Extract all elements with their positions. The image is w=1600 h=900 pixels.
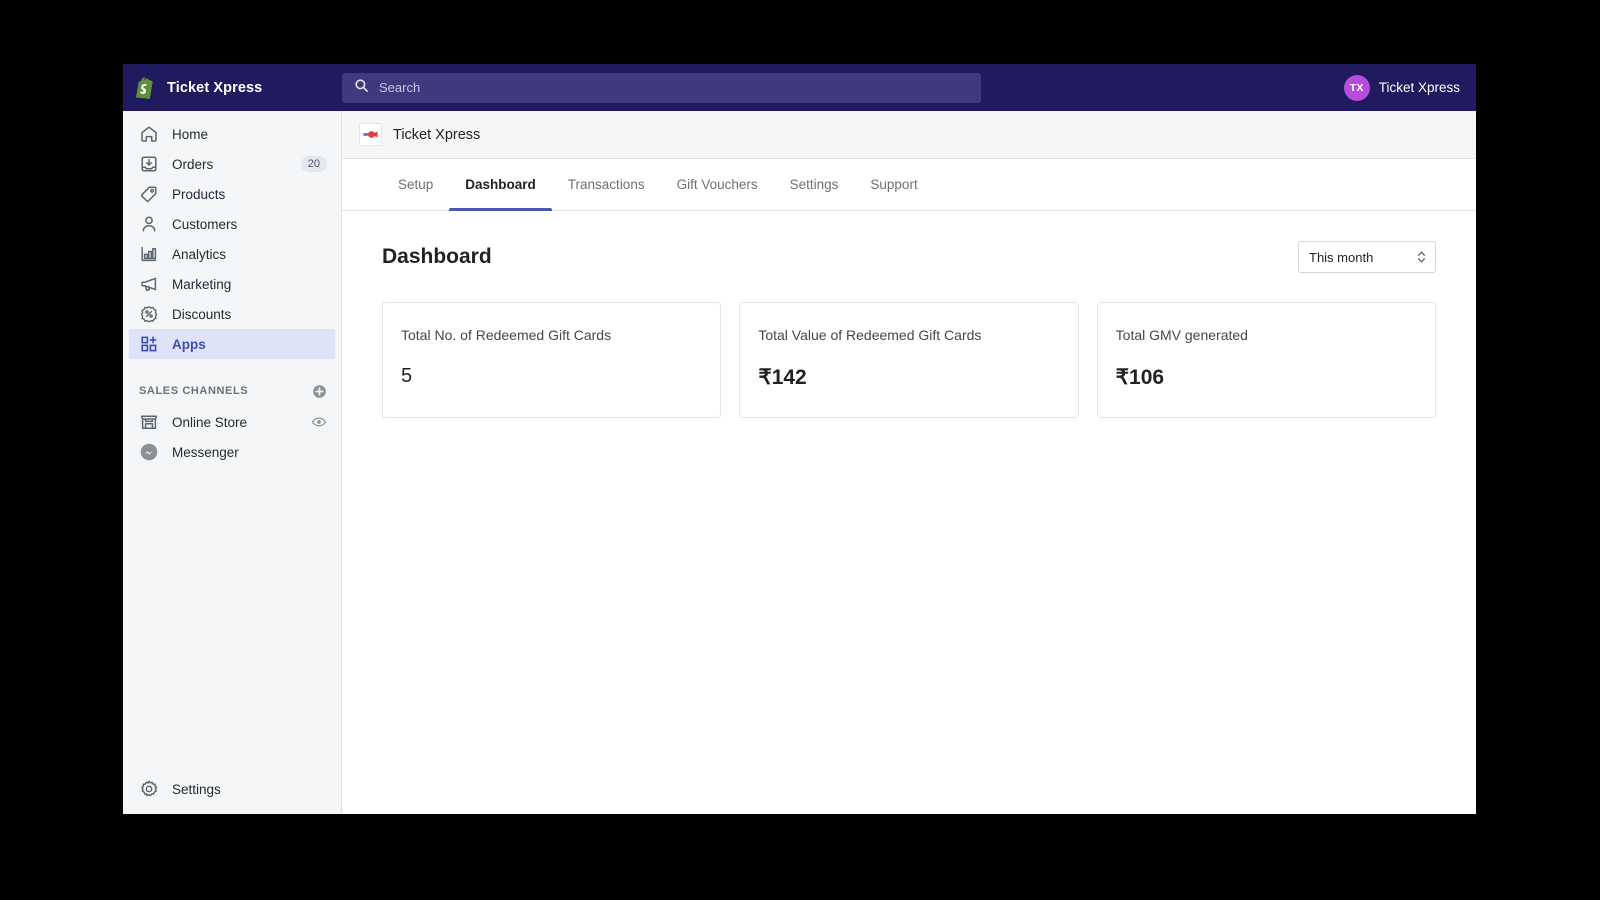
eye-icon[interactable] — [311, 414, 327, 430]
sidebar-item-label: Home — [172, 126, 209, 142]
megaphone-icon — [139, 274, 159, 294]
user-name: Ticket Xpress — [1378, 80, 1460, 95]
metric-value: 5 — [401, 365, 413, 387]
sidebar-item-analytics[interactable]: Analytics — [129, 239, 335, 269]
app-header-title: Ticket Xpress — [393, 126, 481, 143]
tab-gift-vouchers[interactable]: Gift Vouchers — [661, 159, 774, 210]
discount-percent-icon — [139, 304, 159, 324]
sidebar-item-apps[interactable]: Apps — [129, 329, 335, 359]
sidebar-item-home[interactable]: Home — [129, 119, 335, 149]
sidebar-item-label: Orders — [172, 156, 214, 172]
sidebar-item-label: Products — [172, 186, 226, 202]
avatar: TX — [1343, 74, 1370, 101]
apps-grid-plus-icon — [139, 334, 159, 354]
orders-inbox-icon — [139, 154, 159, 174]
sidebar-item-online-store[interactable]: Online Store — [129, 407, 335, 437]
tag-icon — [139, 184, 159, 204]
sidebar-item-products[interactable]: Products — [129, 179, 335, 209]
brand-name: Ticket Xpress — [167, 79, 263, 96]
top-bar: Ticket Xpress Search TX Ticket Xpress — [123, 64, 1476, 111]
sidebar-item-discounts[interactable]: Discounts — [129, 299, 335, 329]
home-icon — [139, 124, 159, 144]
orders-count-badge: 20 — [300, 156, 327, 172]
metric-label: Total No. of Redeemed Gift Cards — [401, 327, 612, 343]
metric-value: ₹106 — [1115, 366, 1165, 389]
sidebar-item-settings[interactable]: Settings — [129, 774, 335, 804]
search-input[interactable]: Search — [342, 72, 981, 103]
app-tab-bar: Setup Dashboard Transactions Gift Vouche… — [342, 159, 1476, 211]
metric-label: Total GMV generated — [1115, 327, 1248, 343]
sidebar-item-label: Customers — [172, 216, 238, 232]
main-content: Ticket Xpress Setup Dashboard Transactio… — [342, 111, 1476, 814]
sidebar-item-label: Marketing — [172, 276, 232, 292]
sales-channels-header: SALES CHANNELS — [129, 377, 335, 405]
storefront-icon — [139, 412, 159, 432]
body: Home Orders 20 Products Customers Analyt… — [123, 111, 1476, 814]
metric-card: Total GMV generated ₹106 — [1096, 302, 1436, 418]
brand-area[interactable]: Ticket Xpress — [123, 76, 342, 99]
shopify-admin-window: Ticket Xpress Search TX Ticket Xpress Ho… — [123, 64, 1476, 814]
gear-icon — [139, 779, 159, 799]
sales-channels-title: SALES CHANNELS — [139, 385, 249, 397]
metric-value: ₹142 — [758, 366, 807, 389]
sidebar-item-label: Settings — [172, 781, 221, 797]
sidebar: Home Orders 20 Products Customers Analyt… — [123, 111, 342, 814]
tab-label: Support — [870, 177, 918, 192]
tab-transactions[interactable]: Transactions — [552, 159, 661, 210]
date-range-wrapper: TodayThis weekThis monthThis year — [1298, 241, 1436, 273]
sidebar-item-label: Discounts — [172, 306, 232, 322]
shopify-bag-icon — [136, 76, 157, 99]
sidebar-item-orders[interactable]: Orders 20 — [129, 149, 335, 179]
plus-circle-icon[interactable] — [312, 384, 327, 399]
user-menu[interactable]: TX Ticket Xpress — [1340, 64, 1464, 111]
person-icon — [139, 214, 159, 234]
ticket-xpress-app-icon — [359, 123, 382, 146]
tab-setup[interactable]: Setup — [382, 159, 449, 210]
metric-card: Total Value of Redeemed Gift Cards ₹142 — [739, 302, 1079, 418]
tab-label: Settings — [789, 177, 839, 192]
sidebar-item-label: Apps — [172, 336, 206, 352]
dashboard-content: Dashboard TodayThis weekThis monthThis y… — [342, 211, 1476, 814]
tab-settings[interactable]: Settings — [774, 159, 855, 210]
sidebar-footer: Settings — [123, 774, 341, 814]
messenger-icon — [139, 442, 159, 462]
search-icon — [354, 78, 369, 98]
sidebar-item-label: Analytics — [172, 246, 227, 262]
dashboard-header-row: Dashboard TodayThis weekThis monthThis y… — [382, 241, 1436, 273]
tab-label: Gift Vouchers — [676, 177, 758, 192]
sidebar-item-marketing[interactable]: Marketing — [129, 269, 335, 299]
metric-label: Total Value of Redeemed Gift Cards — [758, 327, 982, 343]
tab-support[interactable]: Support — [854, 159, 933, 210]
tab-dashboard[interactable]: Dashboard — [449, 159, 552, 211]
metric-cards: Total No. of Redeemed Gift Cards 5 Total… — [382, 302, 1436, 418]
tab-label: Dashboard — [465, 177, 536, 192]
search-placeholder: Search — [379, 80, 421, 95]
sidebar-item-label: Messenger — [172, 444, 239, 460]
sidebar-item-label: Online Store — [172, 414, 248, 430]
tab-label: Transactions — [567, 177, 645, 192]
sidebar-item-messenger[interactable]: Messenger — [129, 437, 335, 467]
app-header: Ticket Xpress — [342, 111, 1476, 159]
sidebar-item-customers[interactable]: Customers — [129, 209, 335, 239]
metric-card: Total No. of Redeemed Gift Cards 5 — [382, 302, 722, 418]
page-title: Dashboard — [382, 245, 492, 268]
date-range-select[interactable]: TodayThis weekThis monthThis year — [1298, 241, 1436, 273]
tab-label: Setup — [398, 177, 434, 192]
bar-chart-icon — [139, 244, 159, 264]
